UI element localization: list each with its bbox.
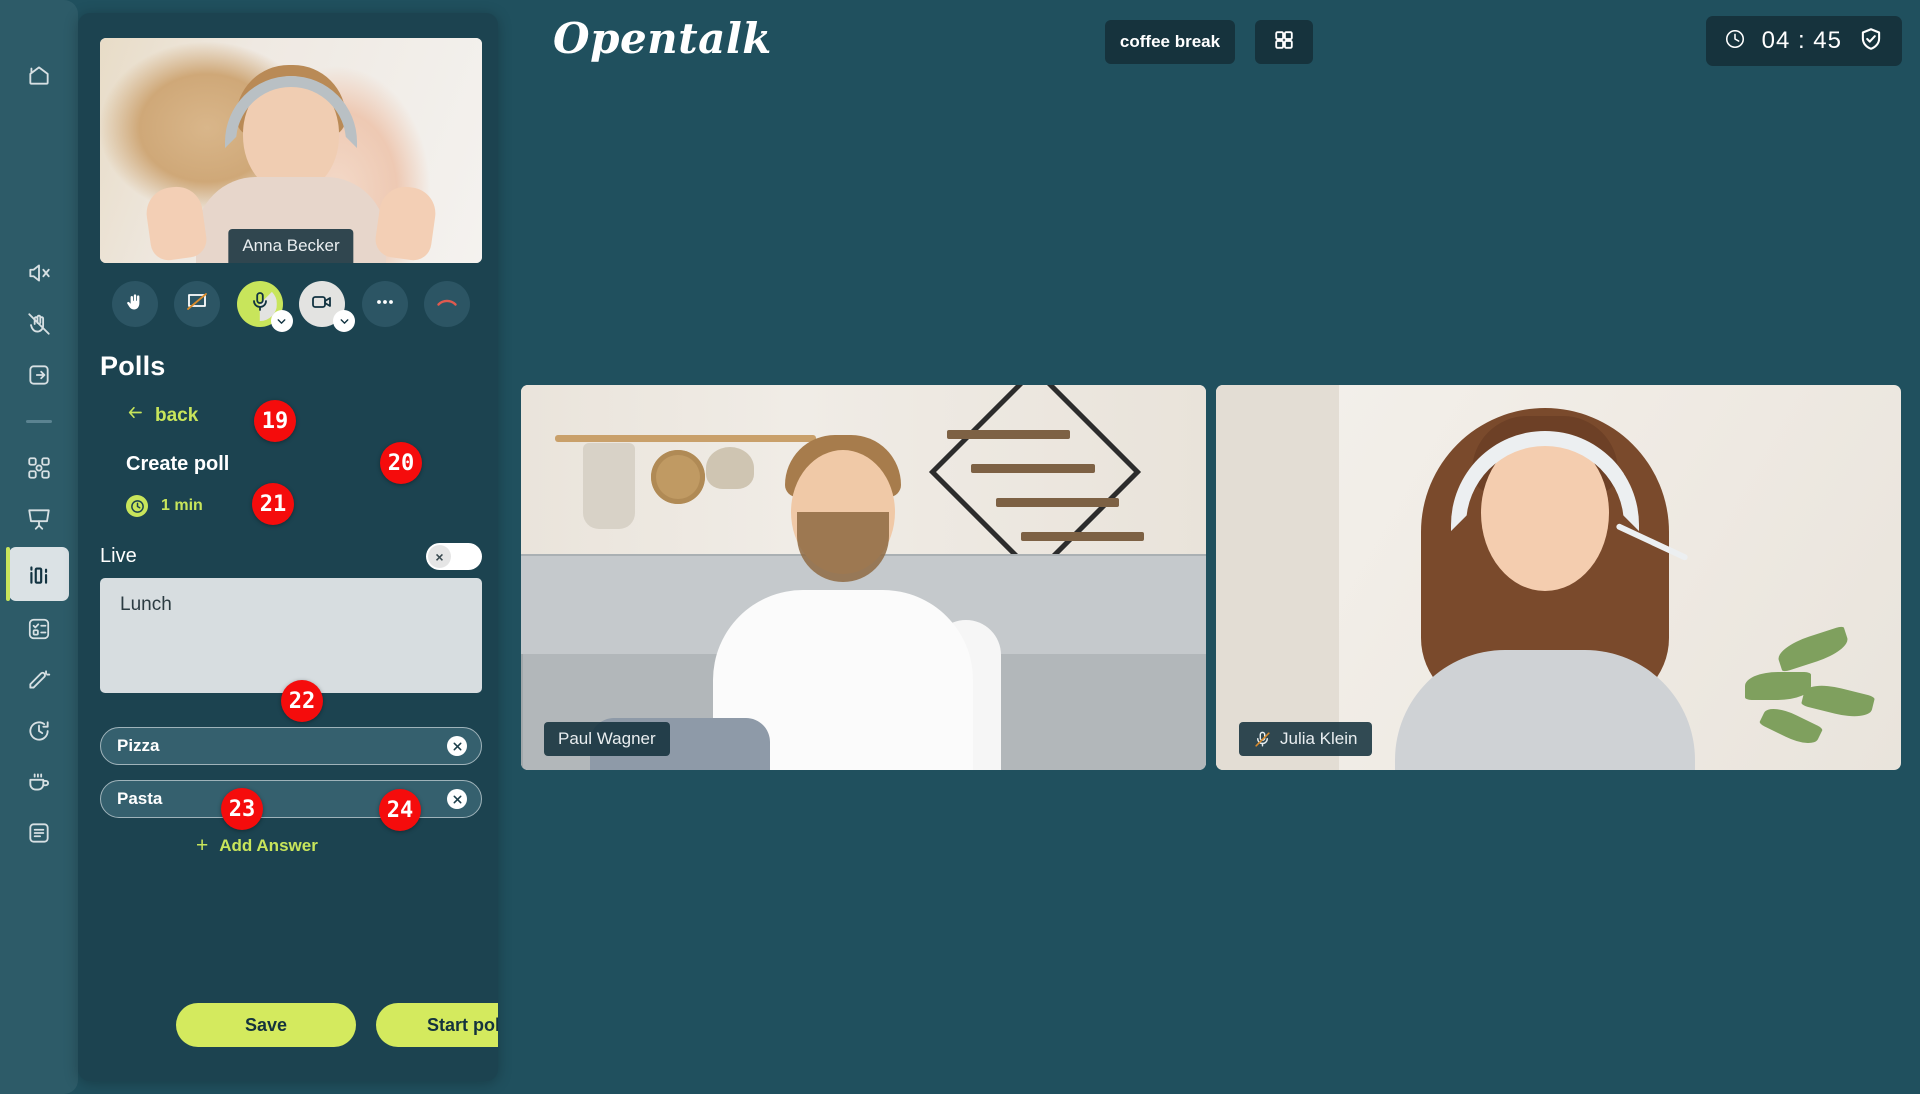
participant-tile-julia[interactable]: Julia Klein	[1216, 385, 1901, 770]
marker-21: 21	[252, 483, 294, 525]
protocol-icon	[26, 820, 52, 846]
marker-22: 22	[281, 680, 323, 722]
layout-grid-button[interactable]	[1255, 20, 1313, 64]
opentalk-conference-app: Anna Becker Polls back Create poll 1 min…	[0, 0, 1920, 1094]
grid-view-icon	[1273, 29, 1295, 56]
add-answer-button[interactable]: + Add Answer	[196, 835, 318, 856]
coffee-cup-icon	[26, 769, 52, 795]
camera-options-caret[interactable]	[333, 310, 356, 332]
microphone-icon	[248, 290, 272, 319]
poll-question-input[interactable]: Lunch	[100, 578, 482, 693]
start-poll-button[interactable]: Start poll	[376, 1003, 498, 1047]
hand-icon	[123, 290, 147, 319]
poll-duration-row[interactable]: 1 min	[126, 495, 203, 517]
sidebar-item-home[interactable]	[16, 52, 62, 98]
sidebar-divider	[26, 420, 52, 423]
sidebar-item-protocol[interactable]	[16, 810, 62, 856]
microphone-options-caret[interactable]	[270, 310, 293, 332]
close-icon: ×	[428, 545, 451, 568]
whiteboard-icon	[26, 506, 52, 532]
camera-button[interactable]	[299, 281, 356, 332]
sidebar-item-timer[interactable]	[16, 708, 62, 754]
hand-lowered-icon	[26, 311, 52, 337]
paul-stairs	[932, 393, 1179, 562]
paul-hanging-hat	[705, 446, 754, 489]
sidebar-item-whiteboard[interactable]	[16, 496, 62, 542]
create-poll-heading: Create poll	[126, 453, 230, 475]
marker-19: 19	[254, 400, 296, 442]
julia-plant	[1737, 602, 1887, 762]
participant-tile-paul[interactable]: Paul Wagner	[521, 385, 1206, 770]
poll-answer-input-1[interactable]: Pizza	[100, 727, 482, 765]
clear-answer-2-icon[interactable]	[447, 789, 467, 809]
screen-share-off-icon	[185, 290, 209, 319]
room-name-button[interactable]: coffee break	[1105, 20, 1235, 64]
camera-icon	[310, 290, 334, 319]
back-link[interactable]: back	[126, 403, 198, 428]
save-button[interactable]: Save	[176, 1003, 356, 1047]
highlight-pen-icon	[26, 667, 52, 693]
raise-hand-button[interactable]	[112, 281, 158, 327]
clock-icon	[126, 495, 148, 517]
arrow-left-icon	[126, 403, 145, 428]
exit-icon	[26, 362, 52, 388]
sidebar-item-polls[interactable]	[6, 547, 69, 601]
live-toggle-row: Live ×	[100, 543, 482, 570]
breakout-rooms-icon	[26, 455, 52, 481]
hangup-button[interactable]	[423, 281, 470, 327]
poll-answer-value-1: Pizza	[117, 736, 160, 755]
participant-name-badge-paul: Paul Wagner	[544, 722, 670, 756]
add-answer-label: Add Answer	[219, 835, 318, 855]
marker-23: 23	[221, 788, 263, 830]
live-label: Live	[100, 545, 137, 567]
microphone-button[interactable]	[236, 281, 293, 332]
sidebar-item-highlight[interactable]	[16, 657, 62, 703]
left-sidebar	[0, 0, 78, 1094]
opentalk-logo: Opentalk	[553, 14, 772, 63]
home-icon	[26, 62, 52, 88]
share-screen-button[interactable]	[174, 281, 221, 327]
self-video-tile[interactable]: Anna Becker	[100, 38, 482, 263]
marker-24: 24	[379, 789, 421, 831]
marker-20: 20	[380, 442, 422, 484]
participant-name-badge-julia: Julia Klein	[1239, 722, 1372, 756]
self-name-label: Anna Becker	[242, 236, 340, 255]
legal-vote-icon	[26, 616, 52, 642]
paul-wall-rail	[555, 435, 816, 443]
sidebar-item-coffee-break[interactable]	[16, 759, 62, 805]
sidebar-item-legal-vote[interactable]	[16, 606, 62, 652]
sidebar-item-lower-hands[interactable]	[16, 301, 62, 347]
clear-answer-1-icon[interactable]	[447, 736, 467, 756]
julia-wall-panel	[1216, 385, 1340, 770]
shield-check-icon[interactable]	[1858, 26, 1884, 57]
paul-cushion-3	[979, 653, 1206, 770]
participant-name-label-julia: Julia Klein	[1280, 729, 1358, 748]
microphone-muted-icon	[1253, 730, 1272, 749]
paul-hanging-coat	[582, 442, 635, 529]
live-toggle-switch[interactable]: ×	[426, 543, 482, 570]
timer-icon	[26, 718, 52, 744]
speaker-muted-icon	[26, 260, 52, 286]
session-timer: 04 : 45	[1705, 16, 1902, 66]
polls-panel: Anna Becker Polls back Create poll 1 min…	[78, 13, 498, 1081]
poll-question-value: Lunch	[120, 594, 172, 615]
poll-duration-label: 1 min	[161, 497, 203, 514]
media-control-bar	[100, 275, 482, 333]
phone-hangup-icon	[435, 290, 459, 319]
self-name-badge: Anna Becker	[228, 229, 354, 263]
poll-answer-input-2[interactable]: Pasta	[100, 780, 482, 818]
plus-icon: +	[196, 834, 209, 857]
sidebar-item-breakout-rooms[interactable]	[16, 445, 62, 491]
sidebar-item-leave[interactable]	[16, 352, 62, 398]
more-options-button[interactable]	[361, 281, 408, 327]
poll-answer-value-2: Pasta	[117, 789, 163, 808]
participant-name-label-paul: Paul Wagner	[558, 729, 656, 748]
timer-value: 04 : 45	[1761, 27, 1842, 54]
clock-icon	[1724, 28, 1746, 55]
ellipsis-icon	[373, 290, 397, 319]
page-title: Polls	[100, 351, 166, 381]
sidebar-item-mute-all[interactable]	[16, 250, 62, 296]
poll-chart-icon	[26, 561, 52, 587]
back-label: back	[155, 404, 199, 426]
